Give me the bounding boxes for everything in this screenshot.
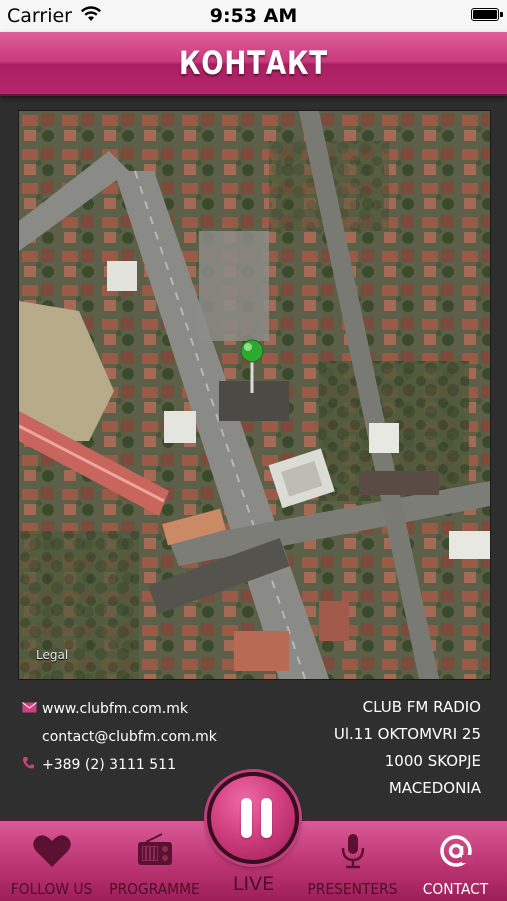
radio-icon [103,833,206,871]
heart-icon [0,833,103,873]
status-bar: Carrier 9:53 AM [0,0,507,32]
tab-presenters-label: PRESENTERS [307,880,398,898]
tab-contact-label: CONTACT [422,880,489,898]
live-tab[interactable]: LIVE [196,770,311,900]
status-time: 9:53 AM [209,5,298,27]
station-name: CLUB FM RADIO [362,698,481,716]
microphone-icon [301,833,404,873]
tab-programme-label: PROGRAMME [109,880,200,898]
envelope-icon [22,701,42,717]
battery-icon [471,8,503,21]
tab-presenters[interactable]: PRESENTERS [301,821,404,901]
email-row: contact@clubfm.com.mk [22,724,217,750]
country-address: MACEDONIA [388,779,481,797]
tab-programme[interactable]: PROGRAMME [103,821,206,901]
contact-details: www.clubfm.com.mk contact@clubfm.com.mk … [22,696,217,780]
tab-follow-us[interactable]: FOLLOW US [0,821,103,901]
website-link[interactable]: www.clubfm.com.mk [42,701,188,717]
page-title: КОНТАКТ [178,44,329,82]
live-play-pause-button[interactable] [207,772,299,864]
pause-icon [241,798,273,838]
phone-link[interactable]: +389 (2) 3111 511 [42,757,176,773]
website-row: www.clubfm.com.mk [22,696,217,722]
address-block: CLUB FM RADIO Ul.11 OKTOMVRI 25 1000 SKO… [334,694,481,802]
location-map[interactable] [18,110,491,680]
email-link[interactable]: contact@clubfm.com.mk [42,729,217,745]
street-address: Ul.11 OKTOMVRI 25 [333,725,481,743]
tab-contact[interactable]: CONTACT [404,821,507,901]
map-legal-link[interactable]: Legal [36,648,68,662]
live-label: LIVE [232,873,275,895]
title-bar: КОНТАКТ [0,32,507,96]
satellite-map-image [19,111,490,679]
phone-row: +389 (2) 3111 511 [22,752,217,778]
tab-follow-us-label: FOLLOW US [10,880,93,898]
city-address: 1000 SKOPJE [384,752,481,770]
at-sign-icon [404,833,507,873]
phone-icon [22,756,42,774]
